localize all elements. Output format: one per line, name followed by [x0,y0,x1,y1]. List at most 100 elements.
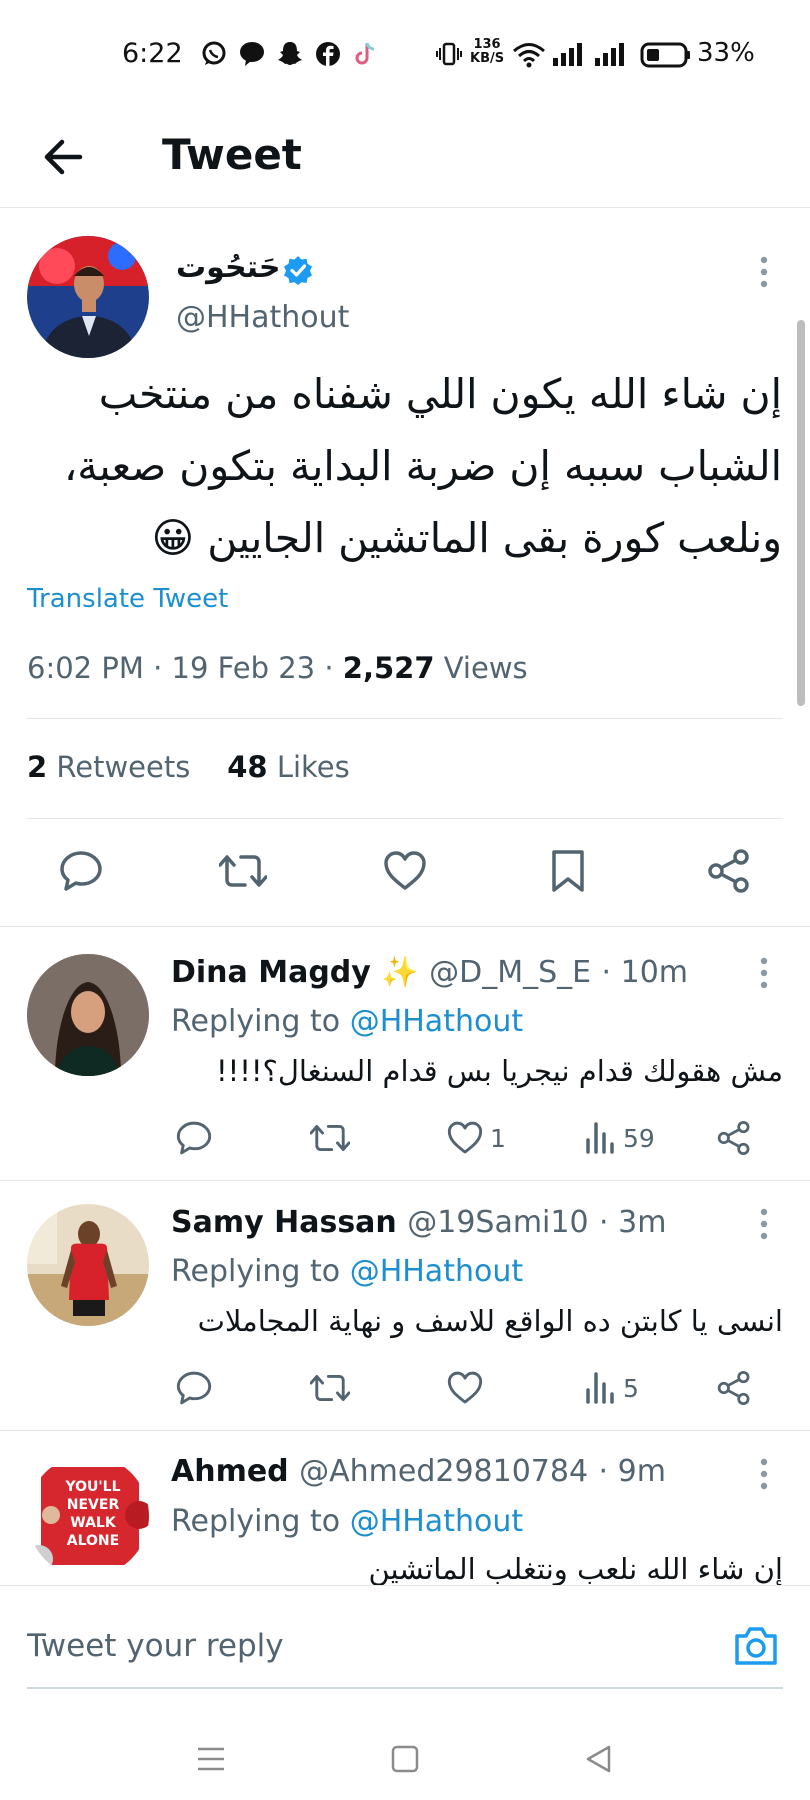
avatar-text-line: WALK [70,1515,117,1531]
network-speed-unit: KB/S [470,51,505,66]
reply-button[interactable] [175,1368,219,1408]
reply-button[interactable] [58,848,104,894]
reply-author-name[interactable]: Ahmed [171,1454,289,1489]
divider [27,818,783,819]
views-icon [586,1122,614,1154]
reply-author[interactable]: Dina Magdy ✨ @D_M_S_E · 10m [171,955,688,990]
back-nav-button[interactable] [584,1744,612,1774]
scrollbar[interactable] [797,320,805,706]
retweets-label[interactable]: Retweets [56,750,190,784]
tweet-text-line: إن شاء الله يكون اللي شفناه من منتخب [98,370,782,418]
menu-icon [198,1747,224,1771]
whatsapp-icon [200,40,228,68]
reply-author[interactable]: Ahmed @Ahmed29810784 · 9m [171,1454,666,1489]
reply-author-name[interactable]: Samy Hassan [171,1205,397,1240]
avatar-text-line: NEVER [67,1497,120,1513]
reply-author-name[interactable]: Dina Magdy ✨ [171,955,419,990]
tweet-text-line: ونلعب كورة بقى الماتشين الجايين 😀 [151,514,782,562]
back-button[interactable] [38,130,92,184]
reply-author[interactable]: Samy Hassan @19Sami10 · 3m [171,1205,666,1240]
share-button[interactable] [716,1368,758,1408]
divider [0,926,810,927]
app-header: Tweet [0,106,810,208]
replying-to: Replying to @HHathout [171,1004,523,1039]
signal-icon [552,42,586,66]
retweet-icon [310,1374,350,1402]
divider [0,1180,810,1181]
reply-text: إن شاء الله نلعب ونتغلب الماتشين [368,1552,783,1586]
reply-input[interactable]: Tweet your reply [27,1628,284,1664]
likes-label[interactable]: Likes [277,750,350,784]
home-nav-button[interactable] [391,1745,419,1773]
camera-icon [735,1627,777,1665]
share-button[interactable] [706,848,752,894]
reply-author-handle[interactable]: @D_M_S_E [429,955,591,990]
verified-badge-icon [283,255,313,285]
more-options-icon[interactable] [758,955,770,991]
reply-button[interactable] [175,1118,219,1158]
views-button[interactable]: 59 [585,1118,655,1158]
author-name[interactable]: حَتحُوت [176,250,280,285]
replying-to-link[interactable]: @HHathout [350,1254,523,1289]
facebook-icon [314,40,342,68]
like-button[interactable] [382,848,428,894]
vibrate-icon [436,42,462,66]
reply-time: · 10m [601,955,689,990]
retweet-button[interactable] [310,1368,356,1408]
reply-author-handle[interactable]: @Ahmed29810784 [299,1454,588,1489]
tweet-date: 19 Feb 23 [171,651,316,685]
more-options-icon[interactable] [758,1206,770,1242]
heart-icon [447,1121,483,1154]
more-options-icon[interactable] [758,254,770,290]
camera-button[interactable] [733,1625,779,1667]
reply-time: · 3m [599,1205,667,1240]
tweet-text-line: الشباب سببه إن ضربة البداية بتكون صعبة، [64,442,782,490]
share-icon [717,1120,750,1156]
tweet-text: إن شاء الله يكون اللي شفناه من منتخب الش… [60,358,782,574]
like-button[interactable]: 1 [446,1118,506,1158]
views-count[interactable]: 2,527 [343,651,435,685]
reply-time: · 9m [598,1454,666,1489]
share-icon [717,1370,750,1406]
divider [27,718,783,719]
replying-prefix: Replying to [171,1504,341,1539]
messenger-icon [238,40,266,68]
network-speed-value: 136 [473,37,501,52]
author-handle[interactable]: @HHathout [176,300,349,335]
arrow-left-icon [44,139,83,175]
like-button[interactable] [446,1368,490,1408]
retweet-button[interactable] [219,848,267,894]
reply-avatar[interactable] [27,1204,149,1326]
tweet-stats: 2 Retweets 48 Likes [27,750,350,784]
share-button[interactable] [716,1118,758,1158]
menu-nav-button[interactable] [196,1746,226,1772]
retweets-count[interactable]: 2 [27,750,47,784]
retweet-icon [310,1124,350,1152]
replying-prefix: Replying to [171,1254,341,1289]
more-options-icon[interactable] [758,1456,770,1492]
views-icon [586,1372,614,1404]
author-avatar[interactable] [27,236,149,358]
translate-tweet-link[interactable]: Translate Tweet [27,584,228,614]
likes-count[interactable]: 48 [227,750,267,784]
views-count: 5 [623,1373,639,1403]
replying-to-link[interactable]: @HHathout [350,1004,523,1039]
bookmark-button[interactable] [545,848,591,894]
reply-avatar[interactable]: YOU'LL NEVER WALK ALONE [27,1455,149,1577]
avatar-text-line: ALONE [67,1533,119,1549]
meta-separator: · [153,651,163,685]
signal-2-icon [594,42,628,66]
replying-to-link[interactable]: @HHathout [350,1504,523,1539]
heart-icon [447,1371,483,1404]
reply-icon [176,1121,212,1155]
page-title: Tweet [162,130,302,179]
retweet-button[interactable] [310,1118,356,1158]
reply-avatar[interactable] [27,954,149,1076]
system-nav-bar [0,1700,810,1800]
tiktok-icon [352,40,380,68]
reply-author-handle[interactable]: @19Sami10 [407,1205,588,1240]
views-label[interactable]: Views [444,651,528,685]
views-button[interactable]: 5 [585,1368,639,1408]
status-time: 6:22 [122,38,183,69]
meta-separator: · [324,651,334,685]
